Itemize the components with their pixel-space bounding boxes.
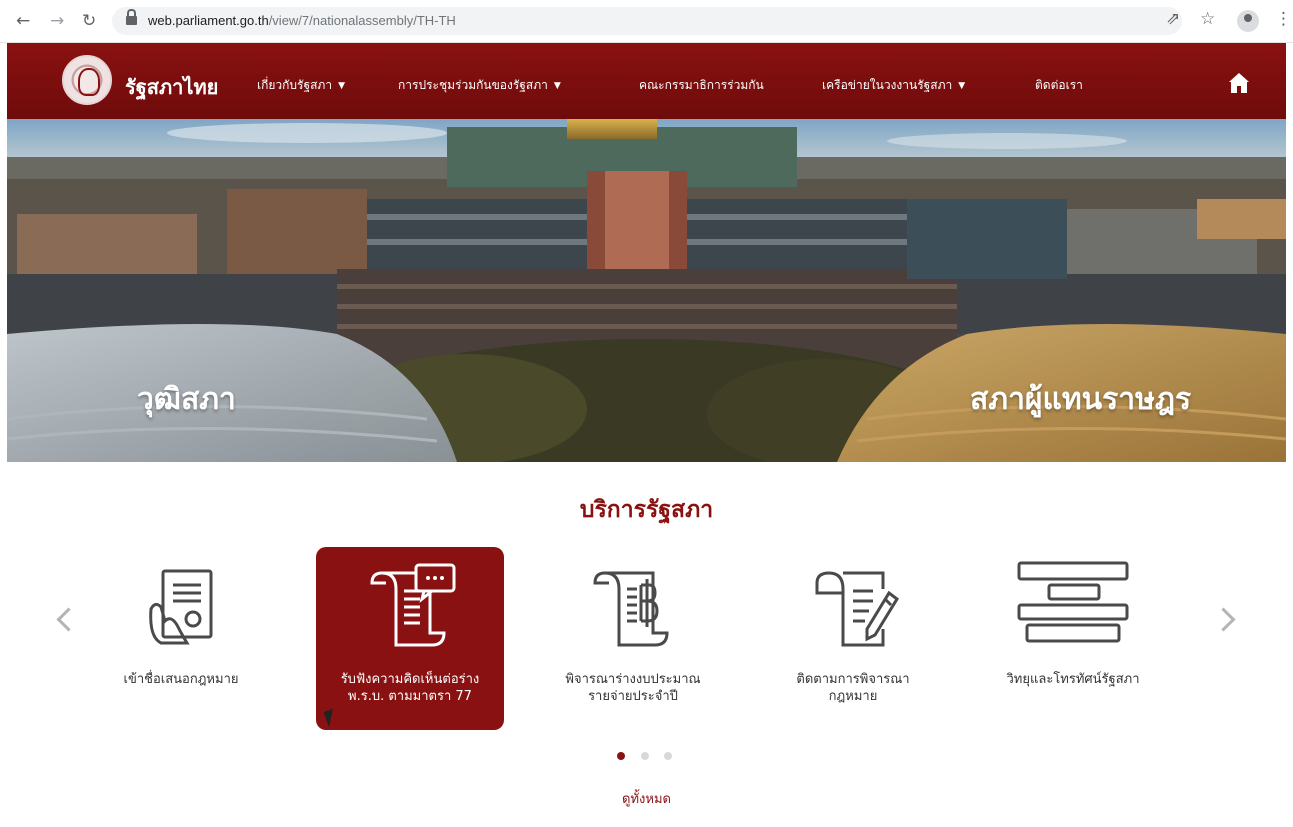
forward-icon[interactable]: → xyxy=(50,11,64,31)
nav-label: คณะกรรมาธิการร่วมกัน xyxy=(639,78,764,92)
services-title: บริการรัฐสภา xyxy=(579,497,714,523)
view-all-label[interactable]: ดูทั้งหมด xyxy=(622,792,671,807)
address-bar[interactable]: web.parliament.go.th/view/7/nationalasse… xyxy=(112,7,1182,35)
law-scroll-pen-icon xyxy=(815,571,899,647)
pagination-dot[interactable] xyxy=(641,752,649,760)
nav-item-joint-committees[interactable]: คณะกรรมาธิการร่วมกัน xyxy=(639,76,764,95)
service-label: รับฟังความคิดเห็นต่อร่างพ.ร.บ. ตามมาตรา … xyxy=(316,671,504,705)
nav-label: ติดต่อเรา xyxy=(1035,78,1083,92)
scroll-comment-icon xyxy=(370,563,456,647)
kebab-icon[interactable]: ⋮ xyxy=(1275,9,1292,29)
budget-scroll-icon xyxy=(593,571,669,647)
service-label: ติดตามการพิจารณากฎหมาย xyxy=(759,671,947,705)
site-header: รัฐสภาไทย เกี่ยวกับรัฐสภา ▼ การประชุมร่วม… xyxy=(7,43,1286,119)
share-icon[interactable]: ⇗ xyxy=(1166,9,1180,29)
service-label-line1: รับฟังความคิดเห็นต่อร่าง xyxy=(340,672,480,687)
pagination-dot[interactable] xyxy=(617,752,625,760)
nav-item-joint-sittings[interactable]: การประชุมร่วมกันของรัฐสภา ▼ xyxy=(398,76,561,95)
media-bars-icon xyxy=(1017,561,1129,643)
carousel-next-icon[interactable] xyxy=(1211,607,1236,632)
browser-toolbar: ← → ↻ web.parliament.go.th/view/7/nation… xyxy=(0,0,1293,43)
home-icon[interactable] xyxy=(1229,73,1249,93)
lock-icon xyxy=(126,9,137,25)
caret-down-icon: ▼ xyxy=(338,81,345,91)
service-card-media[interactable]: วิทยุและโทรทัศน์รัฐสภา xyxy=(979,547,1167,730)
nav-label: การประชุมร่วมกันของรัฐสภา xyxy=(398,78,548,92)
service-label-line1: วิทยุและโทรทัศน์รัฐสภา xyxy=(1006,672,1140,687)
service-label-line1: เข้าชื่อเสนอกฎหมาย xyxy=(123,672,239,687)
site-brand[interactable]: รัฐสภาไทย xyxy=(125,71,218,103)
reload-icon[interactable]: ↻ xyxy=(82,11,96,31)
caret-down-icon: ▼ xyxy=(553,81,561,91)
senate-link[interactable]: วุฒิสภา xyxy=(137,376,236,423)
star-icon[interactable]: ☆ xyxy=(1200,9,1215,29)
service-card-budget[interactable]: พิจารณาร่างงบประมาณรายจ่ายประจำปี xyxy=(539,547,727,730)
url-text[interactable]: web.parliament.go.th/view/7/nationalasse… xyxy=(148,13,456,28)
service-label-line1: ติดตามการพิจารณา xyxy=(796,672,910,687)
url-path: /view/7/nationalassembly/TH-TH xyxy=(268,13,456,28)
url-host: web.parliament.go.th xyxy=(148,13,269,28)
service-card-public-hearing[interactable]: รับฟังความคิดเห็นต่อร่างพ.ร.บ. ตามมาตรา … xyxy=(316,547,504,730)
service-label-line2: กฎหมาย xyxy=(828,689,878,704)
service-card-law-tracking[interactable]: ติดตามการพิจารณากฎหมาย xyxy=(759,547,947,730)
service-label-line1: พิจารณาร่างงบประมาณ xyxy=(565,672,701,687)
nav-label: เกี่ยวกับรัฐสภา xyxy=(257,78,333,92)
service-card-petition[interactable]: เข้าชื่อเสนอกฎหมาย xyxy=(87,547,275,730)
nav-item-contact[interactable]: ติดต่อเรา xyxy=(1035,76,1083,95)
pagination-dot[interactable] xyxy=(664,752,672,760)
service-label-line2: พ.ร.บ. ตามมาตรา 77 xyxy=(348,689,472,704)
caret-down-icon: ▼ xyxy=(958,81,966,91)
service-label: เข้าชื่อเสนอกฎหมาย xyxy=(87,671,275,688)
back-icon[interactable]: ← xyxy=(16,11,30,31)
carousel-prev-icon[interactable] xyxy=(56,607,81,632)
hero-banner: วุฒิสภา สภาผู้แทนราษฎร xyxy=(7,119,1286,462)
service-label: วิทยุและโทรทัศน์รัฐสภา xyxy=(979,671,1167,688)
view-all-link[interactable]: ดูทั้งหมด xyxy=(0,788,1293,809)
nav-item-about[interactable]: เกี่ยวกับรัฐสภา ▼ xyxy=(257,76,345,95)
nav-label: เครือข่ายในวงงานรัฐสภา xyxy=(822,78,953,92)
service-label: พิจารณาร่างงบประมาณรายจ่ายประจำปี xyxy=(539,671,727,705)
house-of-representatives-link[interactable]: สภาผู้แทนราษฎร xyxy=(970,376,1191,423)
service-label-line2: รายจ่ายประจำปี xyxy=(588,689,678,704)
profile-icon[interactable] xyxy=(1237,10,1259,32)
nav-item-network[interactable]: เครือข่ายในวงงานรัฐสภา ▼ xyxy=(822,76,965,95)
petition-document-icon xyxy=(149,569,213,645)
parliament-emblem-logo[interactable] xyxy=(62,55,112,105)
